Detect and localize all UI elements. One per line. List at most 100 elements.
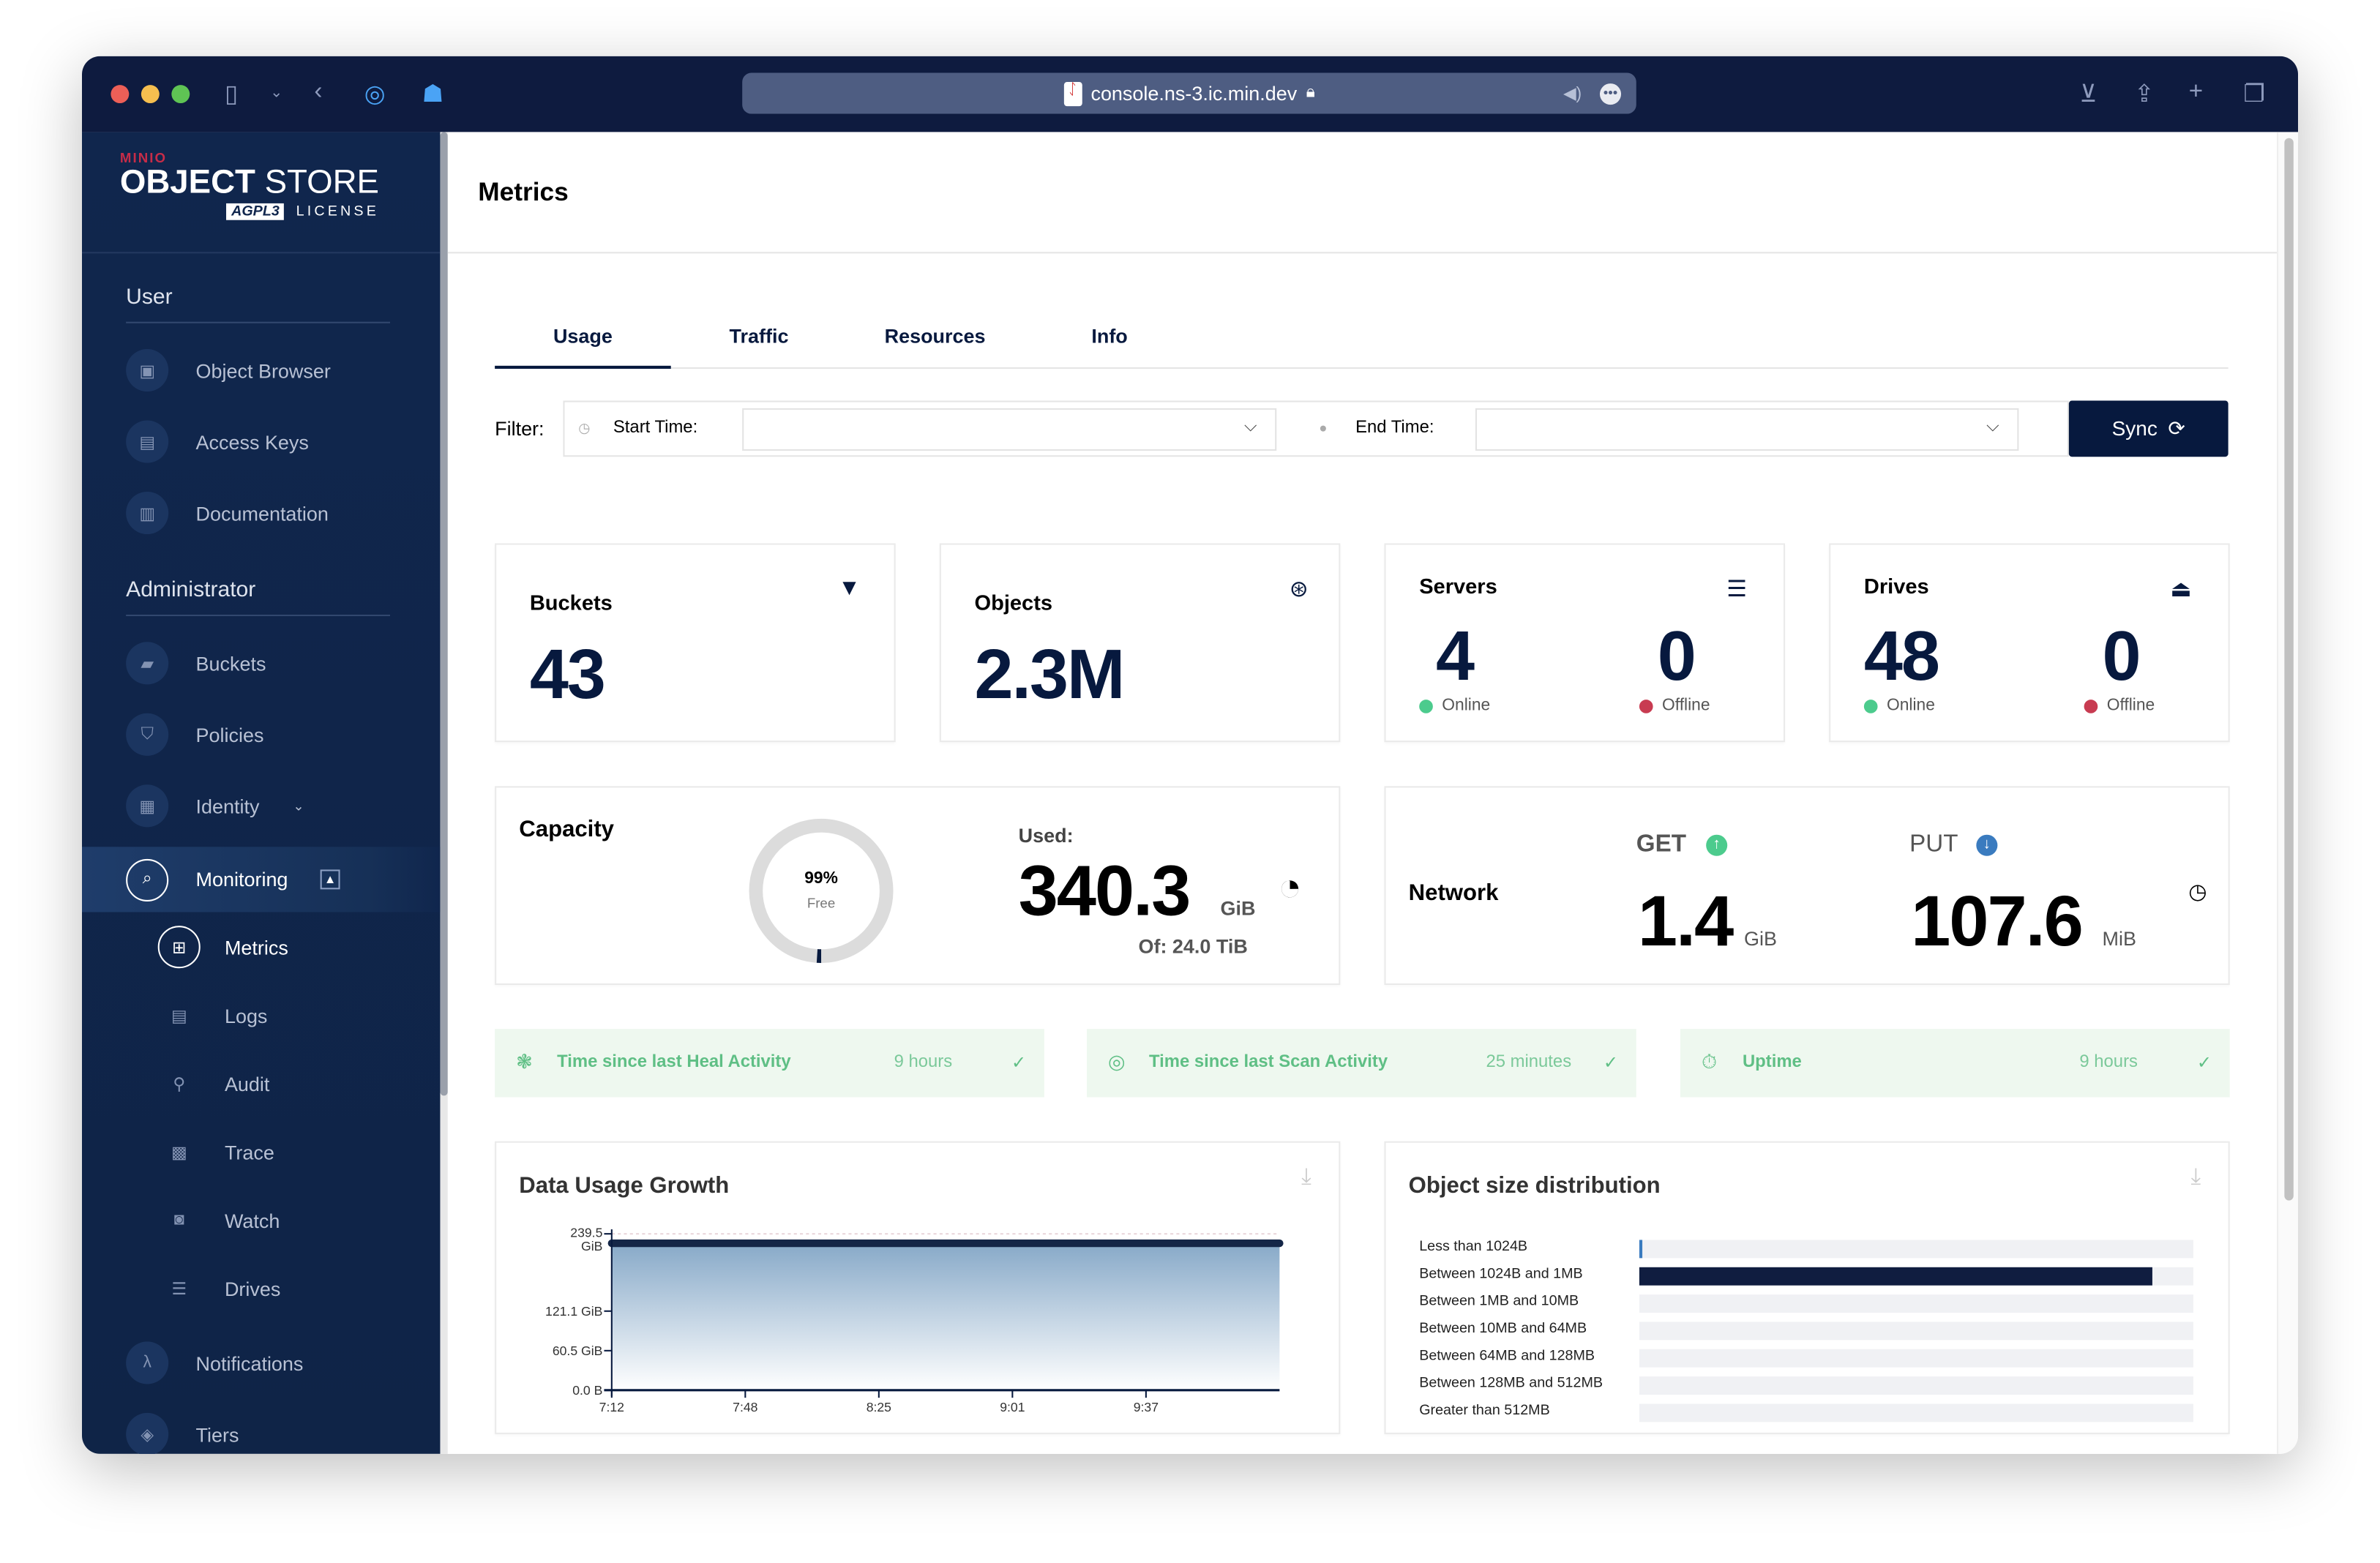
ghost-extension-icon[interactable]: ☗ <box>422 79 444 109</box>
document-icon: ▥ <box>126 491 169 535</box>
sidebar-item-audit[interactable]: ⚲ Audit <box>82 1053 440 1114</box>
lambda-icon: λ <box>126 1341 169 1384</box>
bucket-icon: ▼ <box>838 575 861 601</box>
sidebar-item-access-keys[interactable]: ▤ Access Keys <box>82 411 440 472</box>
tab-info[interactable]: Info <box>1022 325 1198 348</box>
bar[interactable] <box>1639 1240 1643 1259</box>
browser-toolbar: ▯ ⌄ ‹ ◎ ☗ ᛇ console.ns-3.ic.min.dev 🔒︎ ◀… <box>81 56 2299 132</box>
sidebar-item-buckets[interactable]: ▰ Buckets <box>82 633 440 694</box>
sidebar-item-trace[interactable]: ▩ Trace <box>82 1122 440 1182</box>
get-value: 1.4 <box>1637 880 1734 961</box>
capacity-card: Capacity 99% Free Used: 340.3 GiB ◔ Of: … <box>495 786 1341 986</box>
new-tab-icon[interactable]: + <box>2189 79 2203 106</box>
tab-overview-icon[interactable]: ❐ <box>2243 79 2265 109</box>
servers-online-count: 4 <box>1436 616 1475 695</box>
y-tick-label: 60.5 GiB <box>553 1343 603 1358</box>
sidebar-item-watch[interactable]: ◙ Watch <box>82 1190 440 1251</box>
main-scrollbar[interactable] <box>2276 132 2299 1454</box>
identity-icon: ▦ <box>126 784 169 828</box>
start-time-label: Start Time: <box>613 419 698 438</box>
chevron-down-icon: ⌄ <box>293 797 304 813</box>
sidebar-item-monitoring[interactable]: ⌕ Monitoring ▲ <box>81 847 441 912</box>
drives-offline-count: 0 <box>2102 616 2141 695</box>
offline-status-dot <box>1639 699 1653 713</box>
sidebar-item-object-browser[interactable]: ▣ Object Browser <box>82 340 440 401</box>
download-icon[interactable]: ⊻ <box>2079 79 2097 109</box>
speaker-icon[interactable]: ◀) <box>1563 83 1582 103</box>
filter-bar: Filter: ◷ Start Time: ⌵ ● End Time: ⌵ Sy… <box>495 400 2229 457</box>
section-user: User <box>126 285 173 310</box>
drives-card: Drives ⏏ 48 0 Online Offline <box>1829 543 2230 743</box>
scan-activity-bar: ◎ Time since last Scan Activity 25 minutes… <box>1086 1029 1636 1098</box>
sidebar-item-logs[interactable]: ▤ Logs <box>82 985 440 1046</box>
sidebar-item-drives[interactable]: ☰ Drives <box>82 1258 440 1319</box>
maximize-window-button[interactable] <box>171 85 190 104</box>
sidebar-item-notifications[interactable]: λ Notifications <box>82 1333 440 1393</box>
page-title: Metrics <box>478 177 569 207</box>
download-icon[interactable]: ⤓ <box>2191 1164 2201 1190</box>
x-tick-label: 9:37 <box>1134 1400 1159 1414</box>
sidebar-item-identity[interactable]: ▦ Identity ⌄ <box>82 776 440 836</box>
drives-online-count: 48 <box>1863 616 1940 695</box>
bar[interactable] <box>1639 1267 2152 1286</box>
objects-icon: ⊛ <box>1289 577 1309 603</box>
sidebar-item-documentation[interactable]: ▥ Documentation <box>82 483 440 544</box>
watch-icon: ◙ <box>173 1211 184 1229</box>
arrow-down-icon: ↓ <box>1976 834 1998 856</box>
end-time-input[interactable]: ⌵ <box>1475 408 2019 451</box>
password-manager-icon[interactable]: ◎ <box>364 79 386 109</box>
heal-activity-bar: ❃ Time since last Heal Activity 9 hours ✓ <box>495 1029 1044 1098</box>
bucket-icon: ▰ <box>126 642 169 685</box>
check-icon: ✓ <box>2196 1054 2212 1073</box>
bar-track <box>1639 1322 2193 1341</box>
total-capacity: Of: 24.0 TiB <box>1138 934 1248 958</box>
area-fill <box>611 1243 1280 1390</box>
chevron-down-icon[interactable]: ⌄ <box>270 85 282 102</box>
sync-button[interactable]: Sync ⟳ <box>2068 400 2229 457</box>
bar-track <box>1639 1267 2193 1286</box>
category-label: Less than 1024B <box>1419 1238 1528 1256</box>
server-icon: ☰ <box>1726 577 1748 603</box>
tab-resources[interactable]: Resources <box>847 325 1023 348</box>
speedometer-icon: ◷ <box>2188 878 2207 904</box>
bar-track <box>1639 1403 2193 1423</box>
stopwatch-icon: ⏱︎ <box>1701 1050 1717 1073</box>
category-label: Greater than 512MB <box>1419 1402 1550 1420</box>
section-administrator: Administrator <box>126 578 256 603</box>
sidebar-toggle-icon[interactable]: ▯ <box>225 79 238 109</box>
monitoring-icon: ⌕ <box>126 858 169 901</box>
lock-icon: 🔒︎ <box>1306 83 1315 102</box>
sidebar-item-metrics[interactable]: ⊞ Metrics <box>82 917 440 978</box>
buckets-card: Buckets ▼ 43 <box>495 543 896 743</box>
address-bar[interactable]: ᛇ console.ns-3.ic.min.dev 🔒︎ ◀) ••• <box>742 72 1636 114</box>
used-capacity-value: 340.3 <box>1018 850 1191 931</box>
back-icon[interactable]: ‹ <box>314 79 322 106</box>
share-icon[interactable]: ⇪ <box>2134 79 2155 109</box>
minimize-window-button[interactable] <box>141 85 160 104</box>
sidebar-item-policies[interactable]: ⛉ Policies <box>82 704 440 765</box>
tab-bar: Usage Traffic Resources Info <box>495 314 2229 369</box>
bar-track <box>1639 1240 2193 1259</box>
object-size-distribution-card: Object size distribution ⤓ Less than 102… <box>1384 1141 2230 1434</box>
y-tick-label: 121.1 GiB <box>545 1304 602 1319</box>
heal-icon: ❃ <box>516 1050 533 1073</box>
tab-usage[interactable]: Usage <box>495 325 671 369</box>
start-time-input[interactable]: ⌵ <box>742 408 1277 451</box>
end-time-label: End Time: <box>1355 419 1434 438</box>
tab-traffic[interactable]: Traffic <box>671 325 847 348</box>
bar-track <box>1639 1294 2193 1313</box>
sidebar-scrollbar[interactable] <box>440 132 448 1454</box>
servers-card: Servers ☰ 4 0 Online Offline <box>1384 543 1786 743</box>
category-label: Between 1MB and 10MB <box>1419 1293 1579 1310</box>
free-percentage: 99% <box>804 869 838 888</box>
sidebar-item-tiers[interactable]: ◈ Tiers <box>82 1403 440 1454</box>
chevron-down-icon: ⌵ <box>1243 417 1257 436</box>
more-icon[interactable]: ••• <box>1599 83 1622 105</box>
filter-label: Filter: <box>495 417 545 441</box>
close-window-button[interactable] <box>111 85 130 104</box>
sidebar: MINIO OBJECT STORE AGPL3 LICENSE User ▣ Ob… <box>81 132 441 1454</box>
x-tick-label: 8:25 <box>867 1400 891 1414</box>
logs-icon: ▤ <box>171 1007 187 1025</box>
bar-track <box>1639 1349 2193 1368</box>
buckets-count: 43 <box>529 634 606 713</box>
